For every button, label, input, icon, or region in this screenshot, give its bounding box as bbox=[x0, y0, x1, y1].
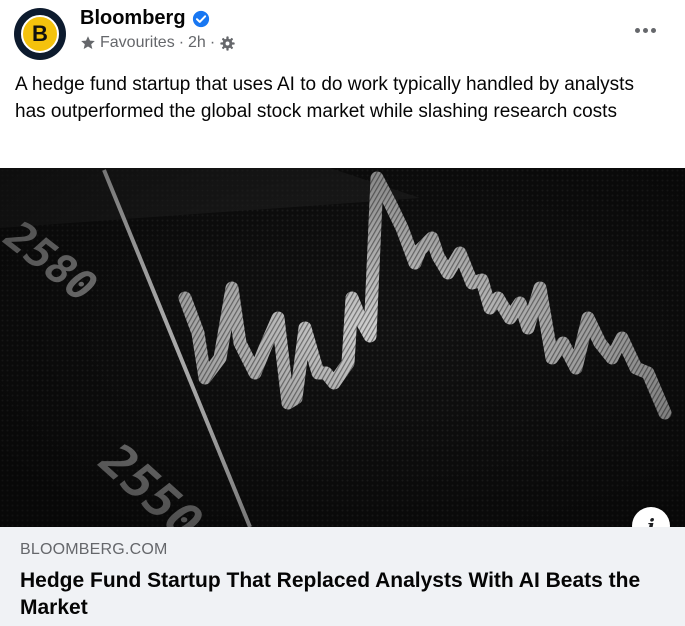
verified-badge-icon bbox=[192, 10, 209, 27]
page-name-link[interactable]: Bloomberg bbox=[80, 7, 186, 30]
link-preview-image[interactable]: 2580 2550 bbox=[0, 168, 685, 527]
post-header: B Bloomberg Favourites · 2h · bbox=[0, 0, 685, 66]
post-meta: Favourites · 2h · bbox=[80, 34, 235, 52]
stock-ticker-image: 2580 2550 bbox=[0, 168, 685, 527]
avatar-logo: B bbox=[21, 15, 59, 53]
link-domain: BLOOMBERG.COM bbox=[20, 541, 168, 558]
link-headline[interactable]: Hedge Fund Startup That Replaced Analyst… bbox=[20, 567, 660, 621]
post-timestamp[interactable]: 2h bbox=[188, 34, 206, 52]
gear-icon[interactable] bbox=[220, 35, 235, 51]
star-icon bbox=[81, 36, 95, 49]
more-options-icon[interactable] bbox=[627, 16, 663, 44]
link-preview-card[interactable]: BLOOMBERG.COM Hedge Fund Startup That Re… bbox=[0, 527, 685, 626]
post-message: A hedge fund startup that uses AI to do … bbox=[15, 74, 634, 122]
audience-label[interactable]: Favourites bbox=[100, 34, 175, 52]
meta-separator: · bbox=[178, 34, 185, 51]
meta-separator: · bbox=[209, 34, 216, 51]
page-name-row: Bloomberg bbox=[80, 7, 210, 30]
avatar[interactable]: B bbox=[14, 8, 66, 60]
